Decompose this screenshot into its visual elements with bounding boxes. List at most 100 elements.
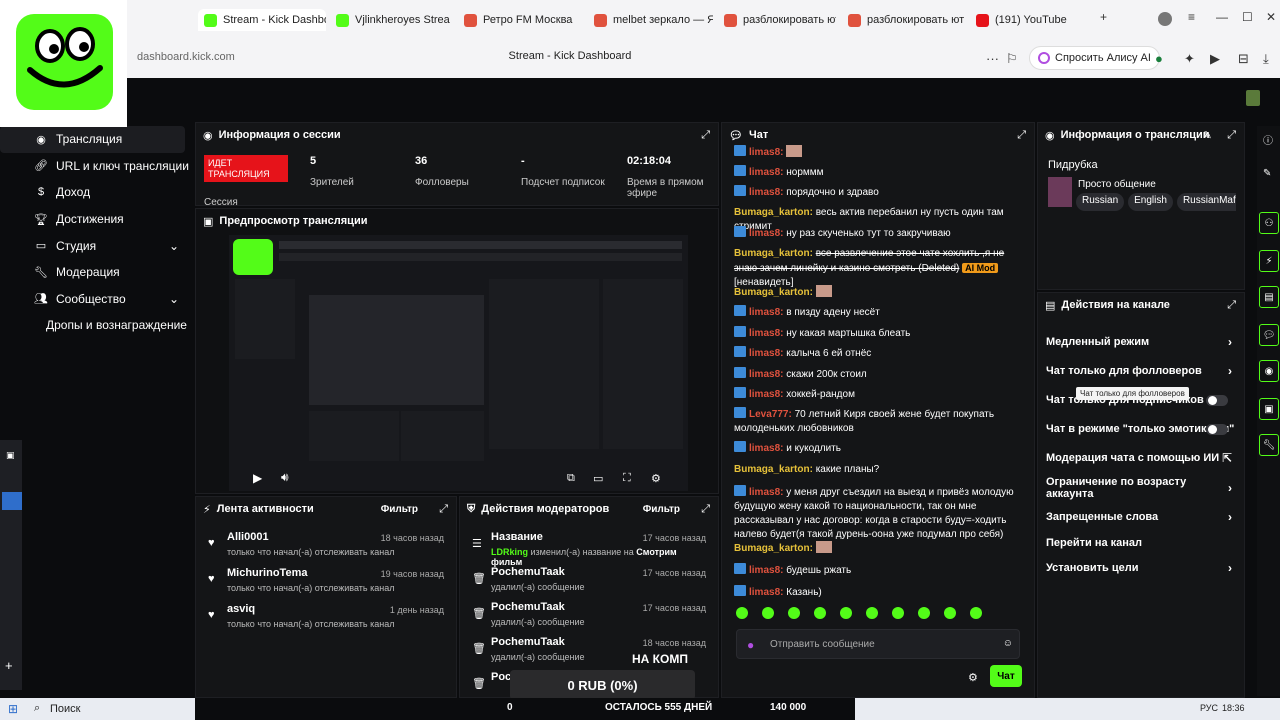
channel-action[interactable]: Чат в режиме "только эмотиконы" — [1046, 418, 1236, 440]
pen-rail-icon[interactable]: ✎ — [1263, 168, 1271, 179]
bookmark-icon[interactable]: ⚐ — [1006, 51, 1018, 67]
chat-message[interactable]: limas8: в пизду адену несёт — [734, 305, 1020, 320]
rail-button-3[interactable]: ▤ — [1259, 286, 1279, 308]
media-icon[interactable]: ▶ — [1210, 51, 1220, 67]
obs-selected[interactable] — [2, 492, 22, 510]
expand-icon[interactable]: ⤢ — [1227, 129, 1236, 142]
taskbar-search[interactable]: Поиск — [50, 703, 80, 715]
collections-icon[interactable]: ⊟ — [1238, 51, 1249, 67]
emote-icon[interactable] — [840, 607, 852, 619]
download-icon[interactable]: ⤓ — [1263, 51, 1269, 67]
alice-button[interactable]: Спросить Алису AI — [1029, 46, 1160, 70]
chat-username[interactable]: Bumaga_karton — [734, 248, 810, 259]
obs-icon[interactable]: ▣ — [6, 450, 15, 461]
emote-icon[interactable] — [814, 607, 826, 619]
chat-message[interactable]: limas8: ну какая мартышка блеать — [734, 326, 1020, 341]
rail-button-7[interactable]: 🔧︎ — [1259, 434, 1279, 456]
chat-settings-icon[interactable]: ⚙ — [968, 671, 978, 684]
expand-icon[interactable]: ⤢ — [701, 503, 710, 516]
chat-message[interactable]: limas8: и кукодлить — [734, 441, 1020, 456]
chat-username[interactable]: Bumaga_karton — [734, 543, 810, 554]
chat-message[interactable]: limas8: порядочно и здраво — [734, 185, 1020, 200]
chat-username[interactable]: limas8 — [749, 187, 780, 198]
start-icon[interactable]: ⊞ — [8, 702, 18, 716]
tag-pill[interactable]: Russian — [1076, 193, 1125, 211]
tag-pill[interactable]: RussianMafia — [1176, 193, 1236, 211]
chat-message[interactable]: Bumaga_karton: — [734, 285, 1020, 300]
activity-item[interactable]: ♥ Alli0001 только что начал(-а) отслеживат… — [204, 531, 448, 565]
chat-username[interactable]: limas8 — [749, 348, 780, 359]
profile-avatar[interactable] — [1158, 12, 1172, 26]
channel-action[interactable]: Чат только для фолловеров › — [1046, 360, 1236, 382]
emote-icon[interactable] — [970, 607, 982, 619]
chat-username[interactable]: limas8 — [749, 587, 780, 598]
mod-action-item[interactable]: 🗑︎ PochemuTaak удалил(-а) сообщение 17 часо… — [468, 601, 710, 635]
chat-username[interactable]: limas8 — [749, 167, 780, 178]
emote-icon[interactable] — [762, 607, 774, 619]
chat-send-button[interactable]: Чат — [990, 665, 1022, 687]
sidebar-item[interactable]: 🏆︎ Достижения — [0, 206, 195, 233]
emoji-icon[interactable]: ☺ — [1003, 638, 1013, 649]
chat-username[interactable]: Bumaga_karton — [734, 207, 810, 218]
chat-message[interactable]: limas8: калыча 6 ей отнёс — [734, 346, 1020, 361]
chat-username[interactable]: Bumaga_karton — [734, 287, 810, 298]
volume-icon[interactable]: 🔊︎ — [281, 470, 289, 485]
expand-icon[interactable]: ⤢ — [701, 129, 710, 142]
browser-tab[interactable]: melbet зеркало — Яндекс — [588, 9, 713, 31]
new-tab-button[interactable]: + — [1100, 10, 1107, 24]
sidebar-item[interactable]: Дропы и вознаграждение — [0, 312, 195, 339]
chat-username[interactable]: Bumaga_karton — [734, 464, 810, 475]
pip-icon[interactable]: ⧉ — [567, 472, 575, 485]
activity-item[interactable]: ♥ asviq только что начал(-а) отслеживать к… — [204, 603, 448, 637]
chat-message[interactable]: limas8: будешь ржать — [734, 563, 1020, 578]
channel-action[interactable]: Модерация чата с помощью ИИ ⇱ — [1046, 447, 1236, 469]
channel-action[interactable]: Перейти на канал — [1046, 532, 1236, 554]
emote-icon[interactable] — [944, 607, 956, 619]
shield-icon[interactable]: ● — [1155, 51, 1163, 66]
chat-username[interactable]: Leva777 — [749, 409, 788, 420]
channel-action[interactable]: Запрещенные слова › — [1046, 506, 1236, 528]
info-rail-icon[interactable]: ⓘ — [1263, 132, 1273, 147]
emote-icon[interactable] — [866, 607, 878, 619]
rail-button-6[interactable]: ▣ — [1259, 398, 1279, 420]
taskbar-lang[interactable]: РУС — [1200, 703, 1218, 713]
rail-button-2[interactable]: ⚡ — [1259, 250, 1279, 272]
chat-message[interactable]: Leva777: 70 летний Киря своей жене будет… — [734, 407, 1020, 436]
expand-icon[interactable]: ⤢ — [1227, 299, 1236, 312]
chat-message[interactable]: Bumaga_karton: какие планы? — [734, 463, 1020, 477]
browser-tab[interactable]: (191) YouTube — [970, 9, 1080, 31]
chat-message[interactable]: limas8: у меня друг съездил на выезд и п… — [734, 485, 1020, 542]
expand-icon[interactable]: ⤢ — [1017, 129, 1026, 142]
channel-action[interactable]: Медленный режим › — [1046, 331, 1236, 353]
sidebar-item[interactable]: ▭ Студия ⌄ — [0, 232, 195, 259]
sidebar-item[interactable]: 🔗︎ URL и ключ трансляции — [0, 153, 195, 180]
channel-action[interactable]: Установить цели › — [1046, 557, 1236, 579]
menu-icon[interactable]: ≡ — [1188, 10, 1195, 24]
obs-add-icon[interactable]: + — [5, 658, 13, 673]
tag-pill[interactable]: English — [1128, 193, 1173, 211]
activity-filter-button[interactable]: Фильтр — [381, 504, 418, 515]
toggle-switch[interactable] — [1206, 394, 1228, 406]
user-avatar[interactable] — [1246, 90, 1260, 106]
emote-icon[interactable] — [736, 607, 748, 619]
taskbar-time[interactable]: 18:36 — [1222, 703, 1245, 713]
emote-icon[interactable] — [918, 607, 930, 619]
chat-message[interactable]: limas8: норммм — [734, 165, 1020, 180]
category-thumbnail[interactable] — [1048, 177, 1072, 207]
browser-tab[interactable]: Vjlinkheroyes Stream - W — [330, 9, 450, 31]
search-icon[interactable]: ⌕ — [34, 702, 40, 715]
activity-item[interactable]: ♥ MichurinoTema только что начал(-а) отсле… — [204, 567, 448, 601]
rail-button-1[interactable]: ⚇ — [1259, 212, 1279, 234]
extensions-icon[interactable]: ✦ — [1184, 51, 1195, 67]
browser-tab[interactable]: Ретро FM Москва — [458, 9, 583, 31]
browser-tab[interactable]: разблокировать ютуб в — [718, 9, 836, 31]
chat-username[interactable]: limas8 — [749, 389, 780, 400]
sidebar-item[interactable]: 👥︎ Сообщество ⌄ — [0, 286, 195, 313]
play-icon[interactable]: ▶ — [253, 471, 262, 485]
chat-username[interactable]: limas8 — [749, 443, 780, 454]
chat-message[interactable]: limas8: — [734, 145, 1020, 160]
chat-username[interactable]: limas8 — [749, 307, 780, 318]
rail-button-5[interactable]: ◉ — [1259, 360, 1279, 382]
chat-username[interactable]: limas8 — [749, 487, 780, 498]
chat-message[interactable]: Bumaga_karton: все развлечение этое чате… — [734, 247, 1020, 290]
